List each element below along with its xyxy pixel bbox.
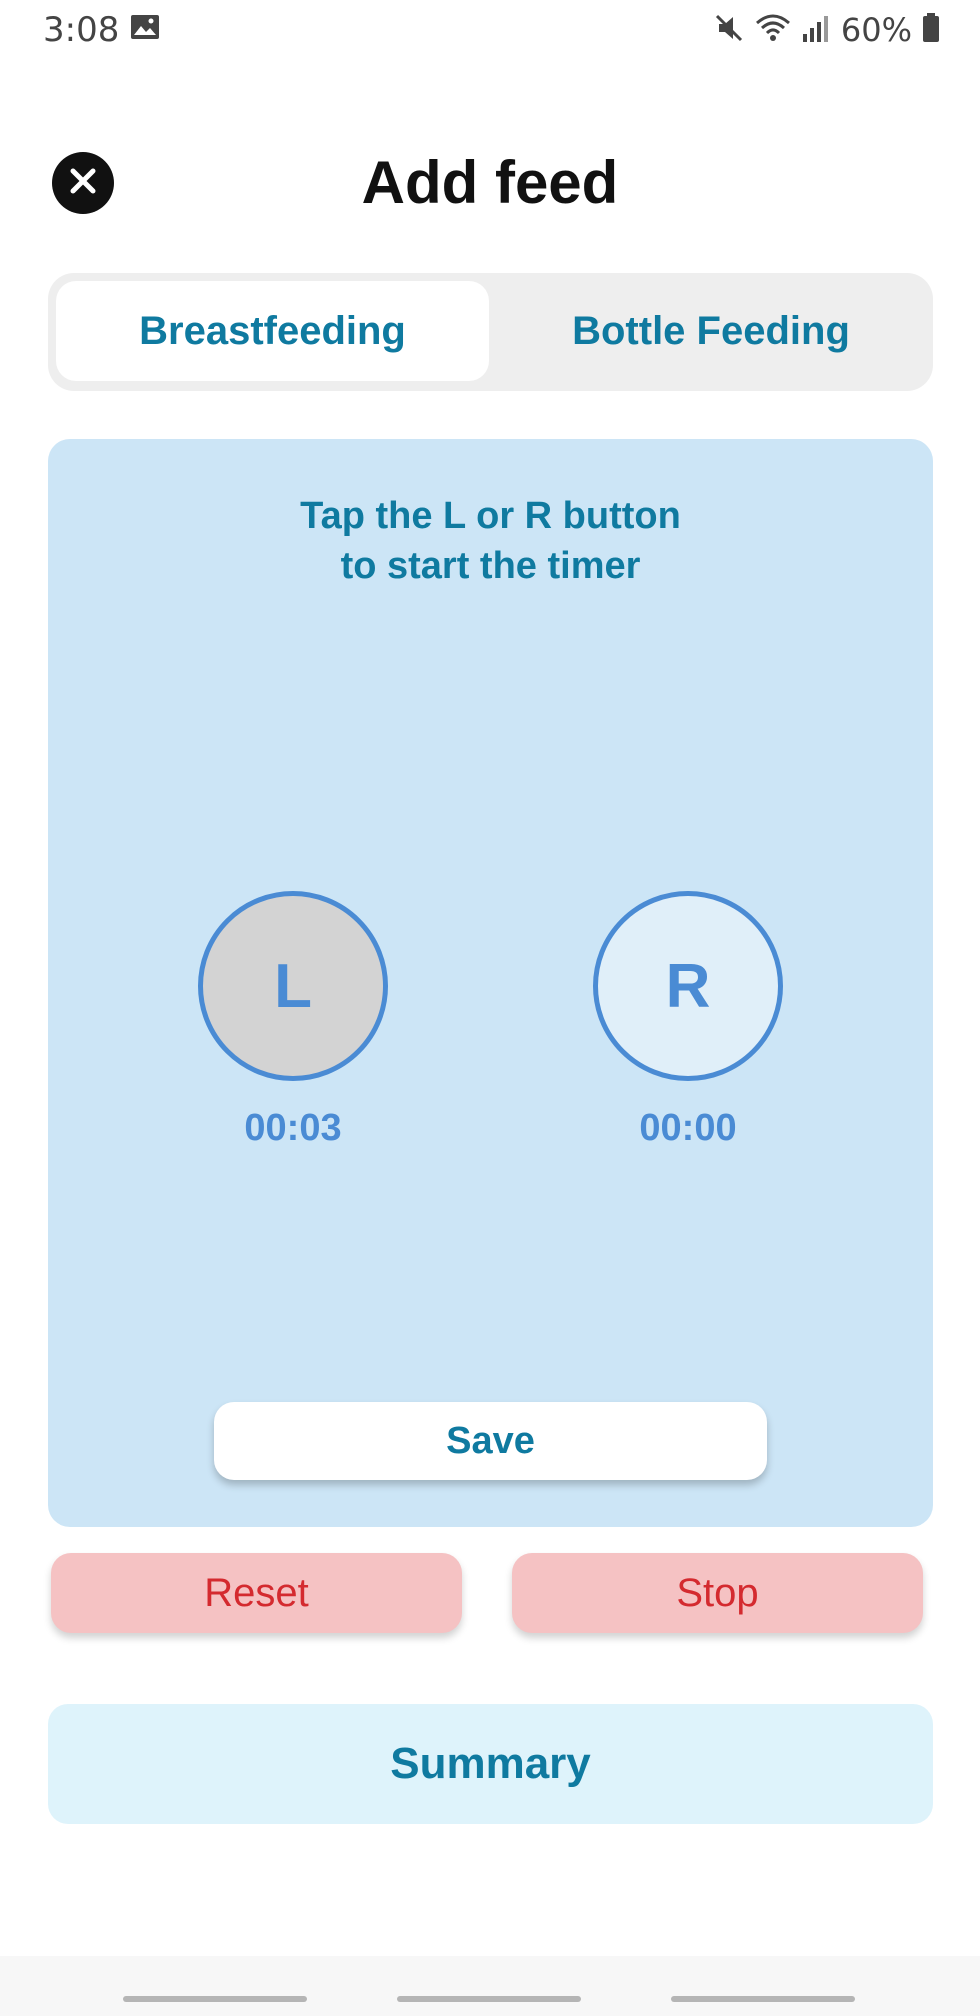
left-side-time: 00:03	[244, 1107, 342, 1149]
feed-type-tabs: Breastfeeding Bottle Feeding	[48, 273, 933, 391]
left-side-button[interactable]: L	[198, 891, 388, 1081]
status-bar: 3:08 60%	[0, 0, 980, 60]
status-time: 3:08	[43, 10, 120, 50]
instruction-line-1: Tap the L or R button	[300, 495, 681, 537]
summary-button[interactable]: Summary	[48, 1704, 933, 1824]
page-title: Add feed	[361, 149, 619, 216]
nav-handle[interactable]	[671, 1996, 855, 2002]
timer-instruction: Tap the L or R button to start the timer	[48, 491, 933, 591]
battery-icon	[922, 12, 940, 48]
reset-button[interactable]: Reset	[51, 1553, 462, 1633]
stop-button[interactable]: Stop	[512, 1553, 923, 1633]
status-icons: 60%	[713, 8, 940, 52]
instruction-line-2: to start the timer	[340, 545, 641, 587]
right-side-time: 00:00	[639, 1107, 737, 1149]
signal-icon	[801, 12, 831, 49]
save-button[interactable]: Save	[214, 1402, 767, 1480]
image-icon	[130, 14, 160, 40]
nav-handle[interactable]	[397, 1996, 581, 2002]
timer-panel: Tap the L or R button to start the timer…	[48, 439, 933, 1527]
navigation-bar	[0, 1956, 980, 2016]
tab-bottle-feeding[interactable]: Bottle Feeding	[497, 281, 925, 381]
mute-icon	[713, 12, 745, 49]
battery-percent: 60%	[840, 11, 912, 49]
nav-handle[interactable]	[123, 1996, 307, 2002]
right-side-button[interactable]: R	[593, 891, 783, 1081]
tab-breastfeeding[interactable]: Breastfeeding	[56, 281, 489, 381]
wifi-icon	[755, 12, 791, 49]
